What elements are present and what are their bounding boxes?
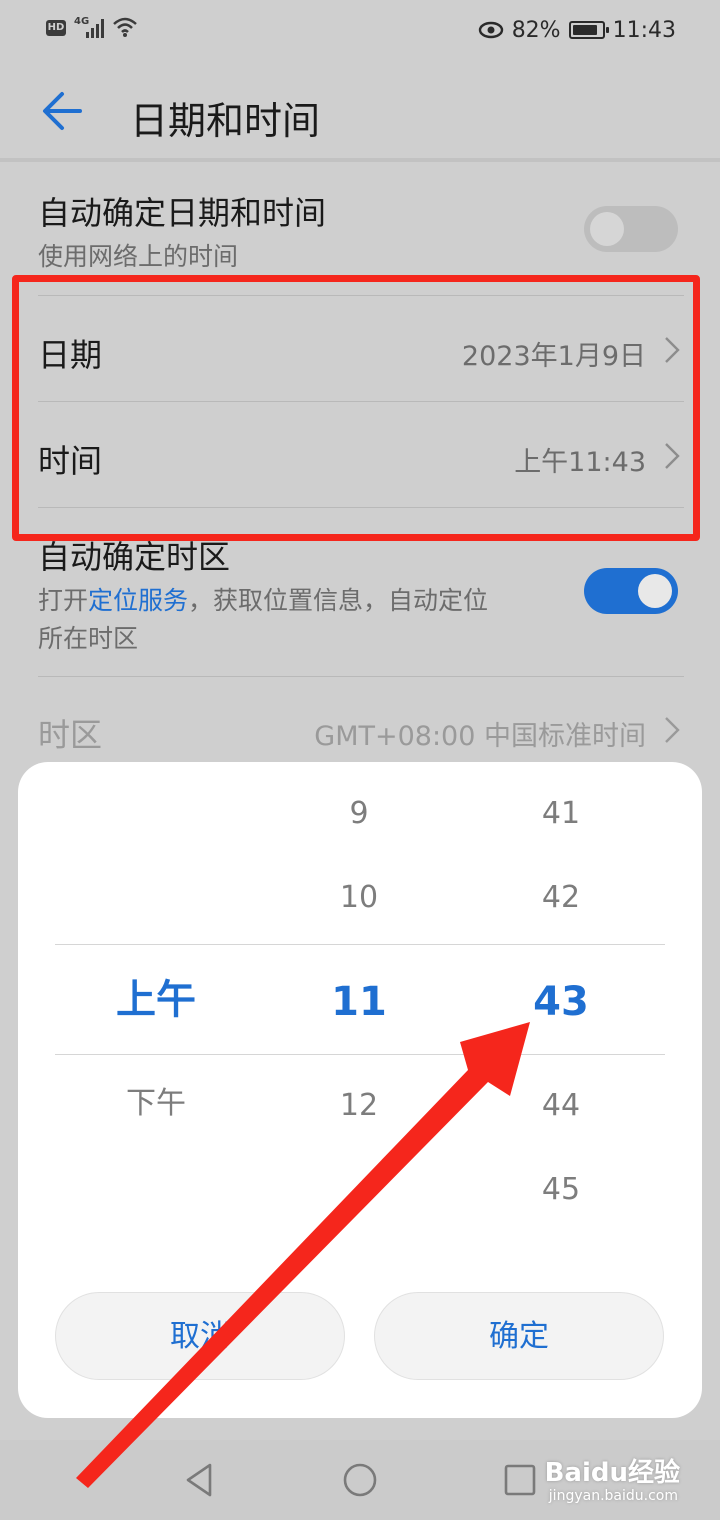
hour-option[interactable]: 10: [259, 856, 459, 940]
subtitle-line2: 所在时区: [38, 624, 139, 653]
status-right-group: 82% 11:43: [478, 16, 676, 44]
hour-option[interactable]: 12: [259, 1064, 459, 1148]
minute-option[interactable]: 41: [461, 772, 661, 856]
ampm-selected[interactable]: 上午: [56, 958, 256, 1042]
arrow-left-icon[interactable]: [36, 84, 92, 140]
status-bar: HD 4G 82% 11:43: [0, 0, 720, 60]
battery-percent: 82%: [511, 17, 561, 43]
subtitle-suffix: ，获取位置信息，自动定位: [188, 586, 489, 615]
confirm-button[interactable]: 确定: [374, 1292, 664, 1380]
minute-option[interactable]: 42: [461, 856, 661, 940]
divider: [38, 676, 684, 677]
signal-icon: [86, 19, 104, 38]
watermark-url: jingyan.baidu.com: [548, 1488, 678, 1504]
auto-timezone-title: 自动确定时区: [38, 538, 231, 576]
timezone-row[interactable]: 时区 GMT+08:00 中国标准时间: [0, 680, 720, 760]
square-recent-icon[interactable]: [500, 1460, 540, 1500]
hour-option[interactable]: 9: [259, 772, 459, 856]
triangle-back-icon[interactable]: [180, 1460, 220, 1500]
location-service-link[interactable]: 定位服务: [88, 586, 188, 615]
auto-datetime-row[interactable]: 自动确定日期和时间 使用网络上的时间: [0, 168, 720, 288]
eye-comfort-icon: [478, 21, 503, 39]
hour-column[interactable]: 9 10 11 12: [259, 772, 459, 1148]
minute-option[interactable]: 45: [461, 1148, 661, 1232]
page-title: 日期和时间: [130, 99, 321, 143]
auto-timezone-toggle[interactable]: [584, 568, 678, 614]
battery-icon: [568, 21, 609, 39]
auto-timezone-subtitle: 打开定位服务，获取位置信息，自动定位 所在时区: [38, 582, 578, 658]
circle-home-icon[interactable]: [340, 1460, 380, 1500]
clock: 11:43: [612, 17, 676, 43]
subtitle-prefix: 打开: [38, 586, 89, 615]
baidu-jingyan-watermark: Baidu经验: [544, 1458, 680, 1488]
auto-datetime-title: 自动确定日期和时间: [38, 194, 327, 232]
auto-datetime-subtitle: 使用网络上的时间: [38, 242, 239, 271]
auto-timezone-row[interactable]: 自动确定时区 打开定位服务，获取位置信息，自动定位 所在时区: [0, 520, 720, 670]
ampm-option[interactable]: 下午: [56, 1062, 256, 1146]
timezone-value: GMT+08:00 中国标准时间: [314, 721, 646, 752]
wifi-icon: [113, 17, 137, 37]
hour-selected[interactable]: 11: [259, 960, 459, 1044]
cancel-button[interactable]: 取消: [55, 1292, 345, 1380]
header-divider: [0, 158, 720, 162]
auto-datetime-toggle[interactable]: [584, 206, 678, 252]
timezone-label: 时区: [38, 716, 103, 754]
minute-selected[interactable]: 43: [461, 960, 661, 1044]
highlight-annotation-box: [12, 275, 700, 541]
minute-option[interactable]: 44: [461, 1064, 661, 1148]
chevron-right-icon: [665, 717, 680, 743]
minute-column[interactable]: 41 42 43 44 45: [461, 772, 661, 1232]
ampm-column[interactable]: 上午 下午: [56, 958, 256, 1146]
hd-badge: HD: [46, 20, 66, 36]
